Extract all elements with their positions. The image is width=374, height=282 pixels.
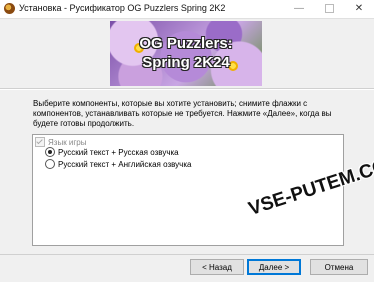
radio-icon[interactable] bbox=[45, 146, 55, 157]
radio-icon[interactable] bbox=[45, 158, 55, 169]
component-option-row[interactable]: Русский текст + Русская озвучка bbox=[45, 146, 179, 158]
header-divider-highlight bbox=[0, 89, 374, 90]
banner-image: OG Puzzlers: Spring 2K24 bbox=[110, 21, 262, 86]
maximize-button[interactable] bbox=[314, 0, 344, 18]
footer-divider bbox=[0, 254, 374, 255]
component-option-label: Русский текст + Русская озвучка bbox=[58, 148, 179, 157]
back-button[interactable]: < Назад bbox=[190, 259, 244, 275]
next-button[interactable]: Далее > bbox=[247, 259, 301, 275]
title-bar: Установка - Русификатор OG Puzzlers Spri… bbox=[0, 0, 374, 19]
component-option-row[interactable]: Русский текст + Английская озвучка bbox=[45, 158, 192, 170]
instructions-text: Выберите компоненты, которые вы хотите у… bbox=[33, 99, 332, 128]
banner-title-line2: Spring 2K24 bbox=[142, 54, 230, 71]
component-group-label: Язык игры bbox=[48, 138, 87, 147]
wizard-header: OG Puzzlers: Spring 2K24 bbox=[0, 19, 374, 88]
checkbox-icon[interactable] bbox=[35, 136, 45, 147]
installer-app-icon bbox=[4, 3, 15, 14]
maximize-icon bbox=[324, 3, 334, 13]
banner-title-line1: OG Puzzlers: bbox=[139, 35, 233, 52]
close-button[interactable]: ✕ bbox=[344, 0, 374, 18]
window-title: Установка - Русификатор OG Puzzlers Spri… bbox=[19, 3, 226, 13]
minimize-button[interactable]: — bbox=[284, 0, 314, 18]
cancel-button[interactable]: Отмена bbox=[310, 259, 368, 275]
component-option-label: Русский текст + Английская озвучка bbox=[58, 160, 192, 169]
